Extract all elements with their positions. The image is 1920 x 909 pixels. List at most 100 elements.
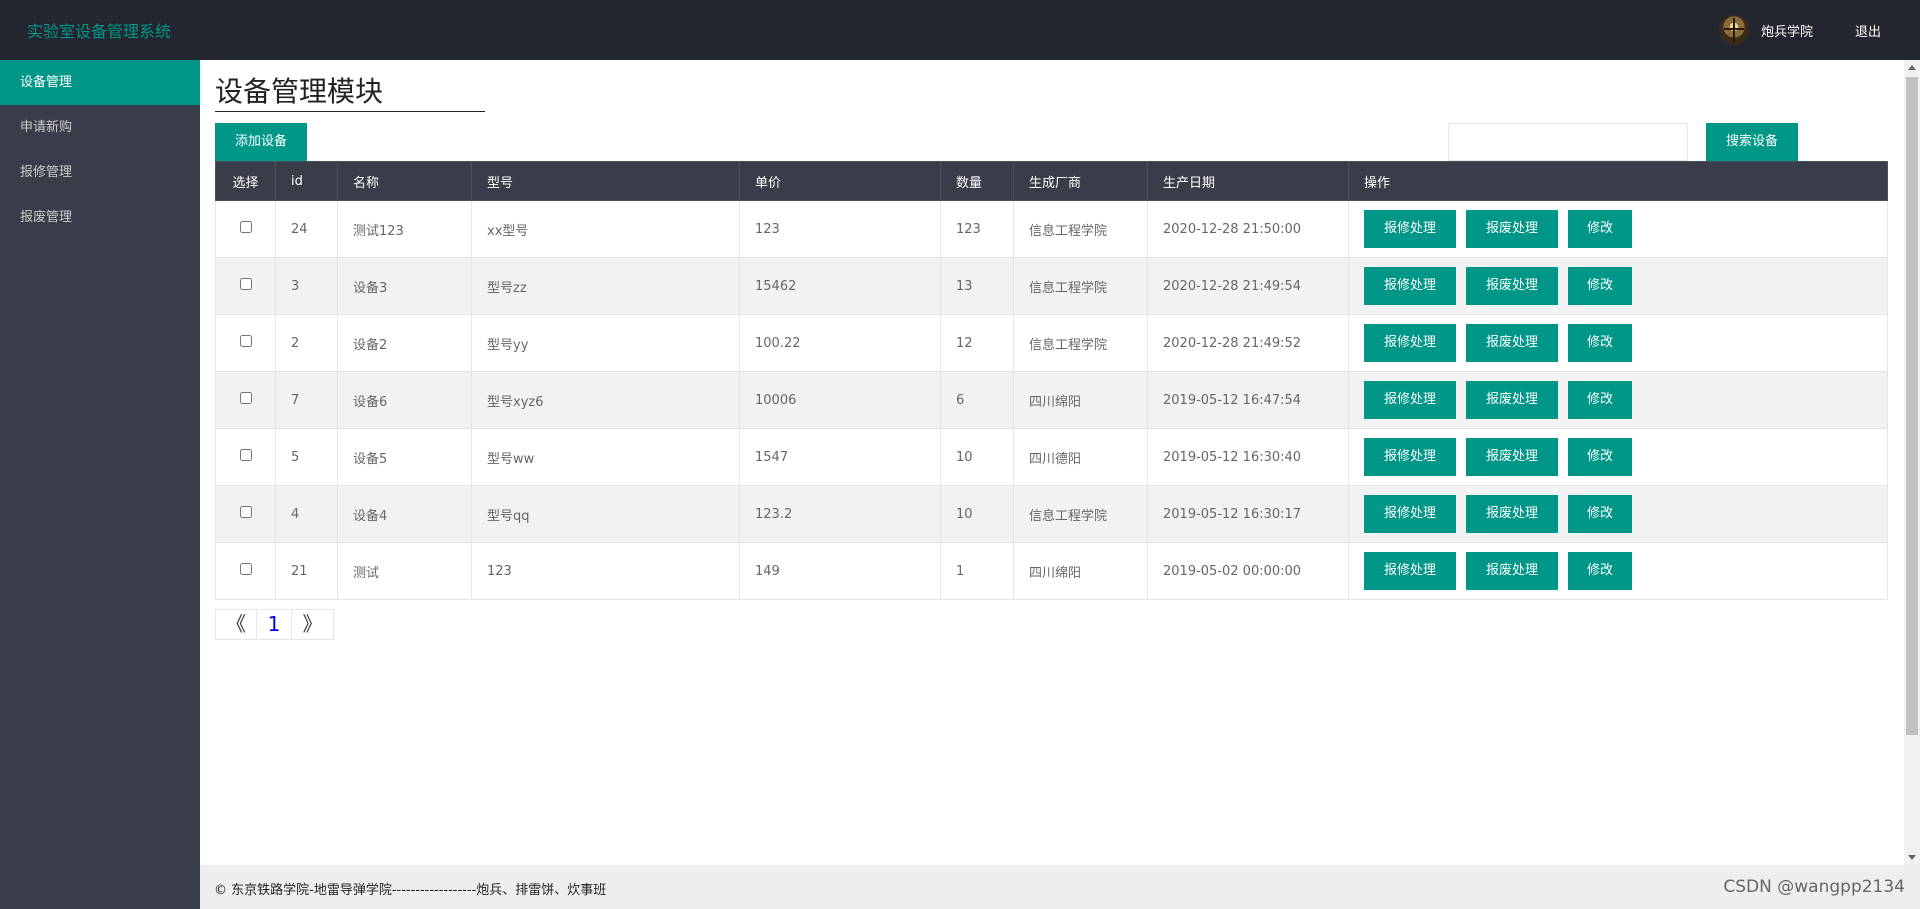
cell-quantity: 6	[940, 371, 1014, 429]
repair-button[interactable]: 报修处理	[1364, 381, 1456, 419]
row-select-checkbox[interactable]	[239, 335, 252, 347]
cell-name: 设备3	[337, 257, 472, 315]
repair-button[interactable]: 报修处理	[1364, 552, 1456, 590]
cell-actions: 报修处理 报废处理 修改	[1348, 200, 1888, 258]
cell-model: 型号ww	[471, 428, 740, 486]
cell-model: xx型号	[471, 200, 740, 258]
cell-actions: 报修处理 报废处理 修改	[1348, 485, 1888, 543]
cell-quantity: 13	[940, 257, 1014, 315]
table-row: 7 设备6 型号xyz6 10006 6 四川绵阳 2019-05-12 16:…	[215, 371, 1888, 429]
cell-id: 3	[275, 257, 338, 315]
cell-name: 设备4	[337, 485, 472, 543]
col-header-model: 型号	[471, 161, 740, 201]
cell-date: 2019-05-02 00:00:00	[1147, 542, 1349, 600]
pagination-page-link[interactable]: 1	[257, 610, 292, 639]
cell-date: 2019-05-12 16:47:54	[1147, 371, 1349, 429]
sidebar-item-purchase-request[interactable]: 申请新购	[0, 105, 200, 150]
repair-button[interactable]: 报修处理	[1364, 210, 1456, 248]
edit-button[interactable]: 修改	[1568, 210, 1632, 248]
scrap-button[interactable]: 报废处理	[1466, 210, 1558, 248]
cell-model: 型号zz	[471, 257, 740, 315]
cell-manufacturer: 信息工程学院	[1013, 257, 1148, 315]
scroll-up-arrow-icon[interactable]	[1908, 65, 1916, 70]
table-row: 21 测试 123 149 1 四川绵阳 2019-05-02 00:00:00…	[215, 542, 1888, 600]
sidebar: 设备管理 申请新购 报修管理 报废管理	[0, 60, 200, 909]
cell-manufacturer: 四川绵阳	[1013, 542, 1148, 600]
cell-manufacturer: 信息工程学院	[1013, 314, 1148, 372]
cell-id: 2	[275, 314, 338, 372]
col-header-id: id	[275, 161, 338, 201]
cell-price: 15462	[739, 257, 941, 315]
table-header-row: 选择 id 名称 型号 单价 数量 生成厂商 生产日期 操作	[215, 161, 1888, 201]
cell-date: 2020-12-28 21:49:52	[1147, 314, 1349, 372]
scrap-button[interactable]: 报废处理	[1466, 267, 1558, 305]
sidebar-item-repair-management[interactable]: 报修管理	[0, 150, 200, 195]
cell-model: 123	[471, 542, 740, 600]
scrap-button[interactable]: 报废处理	[1466, 324, 1558, 362]
cell-name: 设备6	[337, 371, 472, 429]
row-select-checkbox[interactable]	[239, 449, 252, 461]
edit-button[interactable]: 修改	[1568, 267, 1632, 305]
logout-link[interactable]: 退出	[1855, 21, 1881, 40]
col-header-price: 单价	[739, 161, 941, 201]
cell-price: 149	[739, 542, 941, 600]
cell-quantity: 10	[940, 428, 1014, 486]
cell-date: 2019-05-12 16:30:17	[1147, 485, 1349, 543]
cell-manufacturer: 四川绵阳	[1013, 371, 1148, 429]
pagination-next-button[interactable]: 》	[292, 610, 333, 639]
edit-button[interactable]: 修改	[1568, 552, 1632, 590]
cell-actions: 报修处理 报废处理 修改	[1348, 542, 1888, 600]
scrap-button[interactable]: 报废处理	[1466, 438, 1558, 476]
add-device-button[interactable]: 添加设备	[215, 123, 307, 161]
sidebar-item-scrap-management[interactable]: 报废管理	[0, 195, 200, 240]
repair-button[interactable]: 报修处理	[1364, 324, 1456, 362]
table-row: 3 设备3 型号zz 15462 13 信息工程学院 2020-12-28 21…	[215, 257, 1888, 315]
table-row: 4 设备4 型号qq 123.2 10 信息工程学院 2019-05-12 16…	[215, 485, 1888, 543]
cell-quantity: 12	[940, 314, 1014, 372]
cell-name: 测试	[337, 542, 472, 600]
scrap-button[interactable]: 报废处理	[1466, 381, 1558, 419]
cell-id: 4	[275, 485, 338, 543]
user-menu[interactable]: 炮兵学院	[1718, 14, 1813, 46]
cell-quantity: 10	[940, 485, 1014, 543]
cell-date: 2019-05-12 16:30:40	[1147, 428, 1349, 486]
scrap-button[interactable]: 报废处理	[1466, 495, 1558, 533]
row-select-checkbox[interactable]	[239, 506, 252, 518]
repair-button[interactable]: 报修处理	[1364, 495, 1456, 533]
repair-button[interactable]: 报修处理	[1364, 267, 1456, 305]
search-input[interactable]	[1448, 123, 1688, 161]
cell-manufacturer: 四川德阳	[1013, 428, 1148, 486]
row-select-checkbox[interactable]	[239, 278, 252, 290]
row-select-checkbox[interactable]	[239, 221, 252, 233]
cell-actions: 报修处理 报废处理 修改	[1348, 257, 1888, 315]
row-select-checkbox[interactable]	[239, 563, 252, 575]
col-header-production-date: 生产日期	[1147, 161, 1349, 201]
edit-button[interactable]: 修改	[1568, 324, 1632, 362]
scroll-down-arrow-icon[interactable]	[1908, 855, 1916, 860]
cell-name: 测试123	[337, 200, 472, 258]
row-select-checkbox[interactable]	[239, 392, 252, 404]
main-content: 设备管理模块 添加设备 搜索设备 选择 id 名称 型号 单价 数量 生成厂商 …	[200, 60, 1904, 865]
edit-button[interactable]: 修改	[1568, 438, 1632, 476]
cell-quantity: 1	[940, 542, 1014, 600]
col-header-manufacturer: 生成厂商	[1013, 161, 1148, 201]
edit-button[interactable]: 修改	[1568, 495, 1632, 533]
repair-button[interactable]: 报修处理	[1364, 438, 1456, 476]
search-device-button[interactable]: 搜索设备	[1706, 123, 1798, 161]
scrollbar-thumb[interactable]	[1906, 77, 1918, 735]
app-title: 实验室设备管理系统	[27, 22, 172, 41]
cell-date: 2020-12-28 21:50:00	[1147, 200, 1349, 258]
cell-price: 100.22	[739, 314, 941, 372]
cell-model: 型号qq	[471, 485, 740, 543]
cell-price: 123	[739, 200, 941, 258]
vertical-scrollbar[interactable]	[1904, 60, 1920, 865]
edit-button[interactable]: 修改	[1568, 381, 1632, 419]
pagination-prev-button[interactable]: 《	[216, 610, 257, 639]
cell-price: 123.2	[739, 485, 941, 543]
sidebar-item-device-management[interactable]: 设备管理	[0, 60, 200, 105]
page-title: 设备管理模块	[215, 76, 485, 112]
user-name: 炮兵学院	[1760, 24, 1813, 40]
scrap-button[interactable]: 报废处理	[1466, 552, 1558, 590]
cell-name: 设备2	[337, 314, 472, 372]
cell-actions: 报修处理 报废处理 修改	[1348, 314, 1888, 372]
